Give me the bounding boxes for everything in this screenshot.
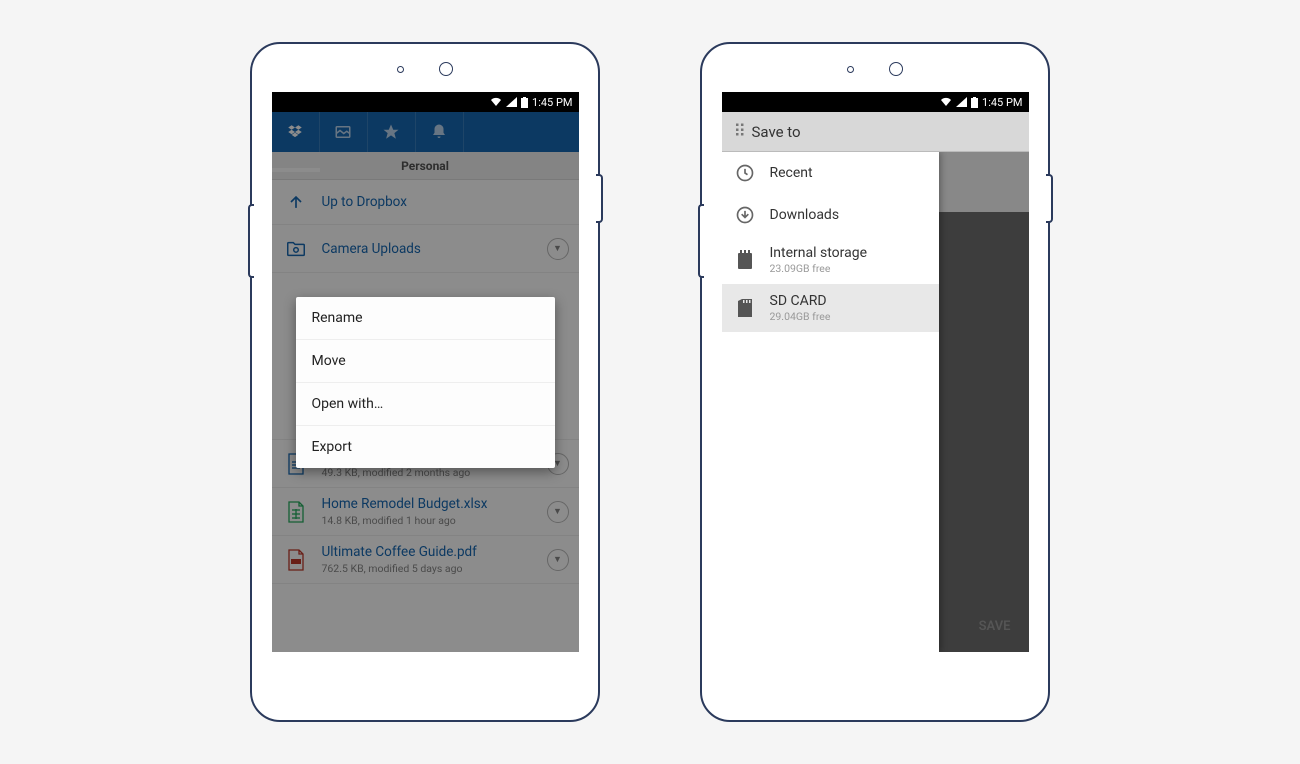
phone-mockup-left: 1:45 PM Personal Up to Dropbox xyxy=(250,42,600,722)
drawer-scrim[interactable] xyxy=(939,212,1029,652)
download-icon xyxy=(734,204,756,226)
signal-icon xyxy=(956,97,967,107)
drawer-label: SD CARD xyxy=(770,293,927,309)
drawer-label: Internal storage xyxy=(770,245,927,261)
drawer-item-downloads[interactable]: Downloads xyxy=(722,194,939,236)
save-button[interactable]: SAVE xyxy=(969,611,1021,642)
clock-icon xyxy=(734,162,756,184)
drawer-label: Downloads xyxy=(770,207,927,223)
menu-item-rename[interactable]: Rename xyxy=(296,297,555,340)
status-time: 1:45 PM xyxy=(532,96,572,109)
save-to-title: Save to xyxy=(752,123,801,141)
sd-card-icon xyxy=(734,297,756,319)
screen-right: 1:45 PM ⠿ Save to SAVE Recent xyxy=(722,92,1029,652)
drawer-item-internal-storage[interactable]: Internal storage 23.09GB free xyxy=(722,236,939,284)
drawer-sublabel: 29.04GB free xyxy=(770,310,927,323)
status-time: 1:45 PM xyxy=(982,96,1022,109)
drawer-sublabel: 23.09GB free xyxy=(770,262,927,275)
wifi-icon xyxy=(940,97,952,107)
phone-sensors xyxy=(252,62,598,76)
save-to-header: ⠿ Save to xyxy=(722,112,1029,152)
wifi-icon xyxy=(490,97,502,107)
context-menu: Rename Move Open with… Export xyxy=(296,297,555,468)
battery-icon xyxy=(521,97,528,108)
status-bar: 1:45 PM xyxy=(272,92,579,112)
menu-item-move[interactable]: Move xyxy=(296,340,555,383)
signal-icon xyxy=(506,97,517,107)
status-bar: 1:45 PM xyxy=(722,92,1029,112)
phone-mockup-right: 1:45 PM ⠿ Save to SAVE Recent xyxy=(700,42,1050,722)
menu-item-open-with[interactable]: Open with… xyxy=(296,383,555,426)
menu-item-export[interactable]: Export xyxy=(296,426,555,468)
screen-left: 1:45 PM Personal Up to Dropbox xyxy=(272,92,579,652)
drawer-item-sd-card[interactable]: SD CARD 29.04GB free xyxy=(722,284,939,332)
phone-sensors xyxy=(702,62,1048,76)
battery-icon xyxy=(971,97,978,108)
drawer-label: Recent xyxy=(770,165,927,181)
drawer-toggle-icon[interactable]: ⠿ xyxy=(734,122,742,142)
storage-icon xyxy=(734,249,756,271)
drawer-item-recent[interactable]: Recent xyxy=(722,152,939,194)
location-drawer: Recent Downloads Internal storage 23.09G… xyxy=(722,152,939,652)
